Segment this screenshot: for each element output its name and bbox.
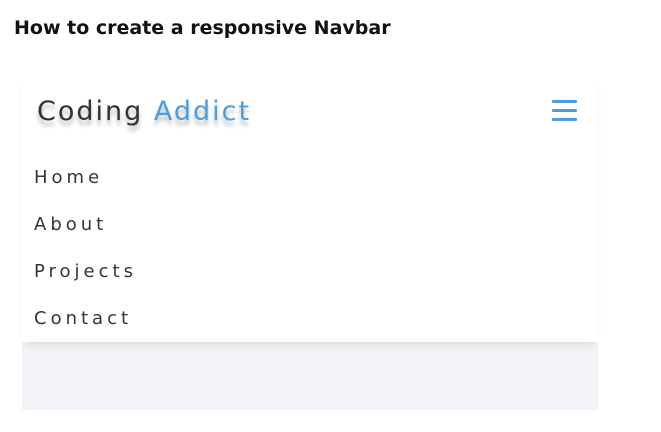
nav-item-projects: Projects [34, 258, 137, 305]
nav-item-home: Home [34, 164, 137, 211]
nav-link-about[interactable]: About [34, 214, 107, 235]
navbar: Coding Addict Home About Projects Contac… [22, 72, 598, 342]
logo-primary-text: Coding [37, 96, 144, 127]
nav-link-contact[interactable]: Contact [34, 308, 132, 329]
hamburger-bar-bottom [552, 118, 577, 121]
nav-link-home[interactable]: Home [34, 167, 103, 188]
nav-item-contact: Contact [34, 305, 137, 352]
nav-item-about: About [34, 211, 137, 258]
nav-menu: Home About Projects Contact [34, 164, 137, 352]
logo-accent-text: Addict [153, 96, 252, 127]
navbar-demo-frame: Coding Addict Home About Projects Contac… [22, 72, 598, 410]
nav-link-projects[interactable]: Projects [34, 261, 137, 282]
logo[interactable]: Coding Addict [37, 92, 251, 132]
hamburger-bar-middle [552, 109, 577, 112]
hamburger-bar-top [552, 100, 577, 103]
hamburger-menu-icon[interactable] [552, 100, 578, 124]
page-heading: How to create a responsive Navbar [14, 17, 391, 39]
